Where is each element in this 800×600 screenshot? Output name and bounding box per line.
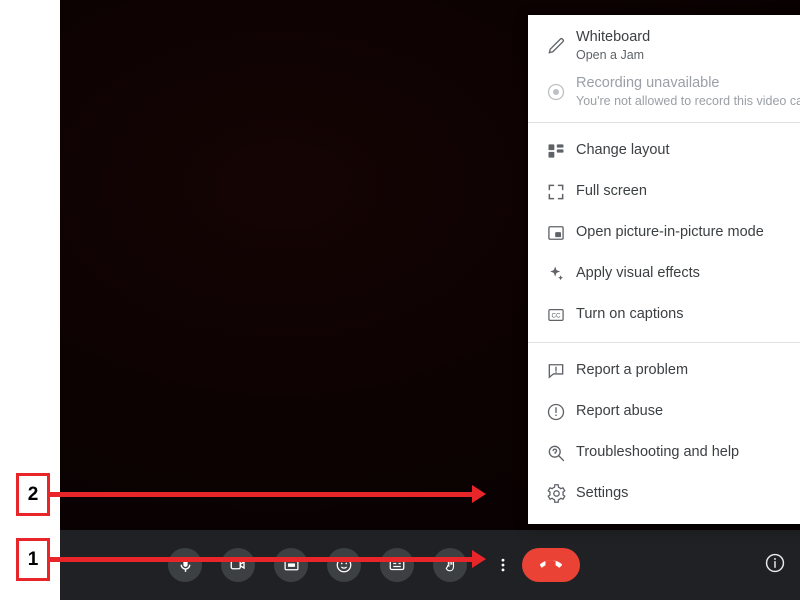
pencil-icon (546, 36, 576, 56)
report-abuse-icon (546, 402, 576, 422)
more-options-menu: Whiteboard Open a Jam Recording unavaila… (528, 15, 800, 524)
report-problem-icon (546, 361, 576, 381)
menu-item-turn-on-captions[interactable]: CC Turn on captions (528, 294, 800, 335)
picture-in-picture-icon (546, 223, 576, 243)
menu-item-label: Settings (576, 485, 629, 502)
info-circle-icon (764, 552, 786, 579)
menu-item-sublabel: Open a Jam (576, 48, 645, 63)
menu-item-text: Change layout (576, 141, 670, 159)
menu-item-text: Troubleshooting and help (576, 443, 739, 461)
sparkle-icon (546, 264, 576, 284)
menu-item-whiteboard[interactable]: Whiteboard Open a Jam (528, 23, 800, 69)
menu-item-text: Full screen (576, 182, 647, 200)
emoji-reactions-button[interactable] (327, 548, 361, 582)
screenshot-root: Whiteboard Open a Jam Recording unavaila… (0, 0, 800, 600)
meeting-details-button[interactable] (762, 552, 788, 578)
menu-separator (528, 122, 800, 123)
menu-item-label: Apply visual effects (576, 265, 700, 282)
menu-item-label: Turn on captions (576, 306, 684, 323)
menu-item-label: Troubleshooting and help (576, 444, 740, 461)
menu-separator (528, 342, 800, 343)
menu-item-label: Whiteboard (576, 29, 651, 46)
annotation-label-2: 2 (16, 473, 50, 516)
menu-item-sublabel: You're not allowed to record this video … (576, 94, 800, 109)
menu-item-label: Report a problem (576, 362, 689, 379)
menu-item-label: Open picture-in-picture mode (576, 224, 764, 241)
call-controls (60, 530, 800, 600)
menu-item-visual-effects[interactable]: Apply visual effects (528, 253, 800, 294)
closed-caption-icon: CC (546, 305, 576, 325)
menu-item-text: Whiteboard Open a Jam (576, 28, 650, 64)
layout-icon (546, 141, 576, 161)
troubleshooting-icon (546, 443, 576, 463)
svg-text:CC: CC (551, 312, 561, 319)
menu-item-text: Settings (576, 484, 628, 502)
menu-item-full-screen[interactable]: Full screen (528, 171, 800, 212)
menu-item-troubleshooting-and-help[interactable]: Troubleshooting and help (528, 432, 800, 473)
menu-item-label: Full screen (576, 183, 647, 200)
menu-item-text: Apply visual effects (576, 264, 700, 282)
raise-hand-button[interactable] (433, 548, 467, 582)
menu-item-text: Turn on captions (576, 305, 683, 323)
menu-item-picture-in-picture[interactable]: Open picture-in-picture mode (528, 212, 800, 253)
annotation-label-1: 1 (16, 538, 50, 581)
camera-button[interactable] (221, 548, 255, 582)
annotation-arrowhead-2 (472, 485, 486, 503)
menu-item-report-a-problem[interactable]: Report a problem (528, 350, 800, 391)
annotation-arrow-1 (50, 557, 474, 562)
menu-item-report-abuse[interactable]: Report abuse (528, 391, 800, 432)
menu-item-label: Change layout (576, 142, 670, 159)
record-icon (546, 82, 576, 102)
call-control-bar (60, 530, 800, 600)
annotation-arrow-2 (50, 492, 474, 497)
settings-menu-item[interactable]: Settings (528, 473, 800, 514)
annotation-arrowhead-1 (472, 550, 486, 568)
three-dots-vertical-icon (494, 556, 512, 574)
gear-icon (546, 483, 576, 504)
more-options-button[interactable] (486, 548, 520, 582)
menu-item-recording: Recording unavailable You're not allowed… (528, 69, 800, 115)
phone-hangup-icon (540, 552, 562, 579)
menu-item-text: Recording unavailable You're not allowed… (576, 74, 800, 110)
meet-call-window: Whiteboard Open a Jam Recording unavaila… (60, 0, 800, 600)
leave-call-button[interactable] (522, 548, 580, 582)
menu-item-text: Report abuse (576, 402, 663, 420)
captions-button[interactable] (380, 548, 414, 582)
menu-item-text: Report a problem (576, 361, 688, 379)
menu-item-label: Recording unavailable (576, 75, 720, 92)
fullscreen-icon (546, 182, 576, 202)
present-screen-button[interactable] (274, 548, 308, 582)
menu-item-text: Open picture-in-picture mode (576, 223, 764, 241)
menu-item-label: Report abuse (576, 403, 664, 420)
microphone-button[interactable] (168, 548, 202, 582)
menu-item-change-layout[interactable]: Change layout (528, 130, 800, 171)
